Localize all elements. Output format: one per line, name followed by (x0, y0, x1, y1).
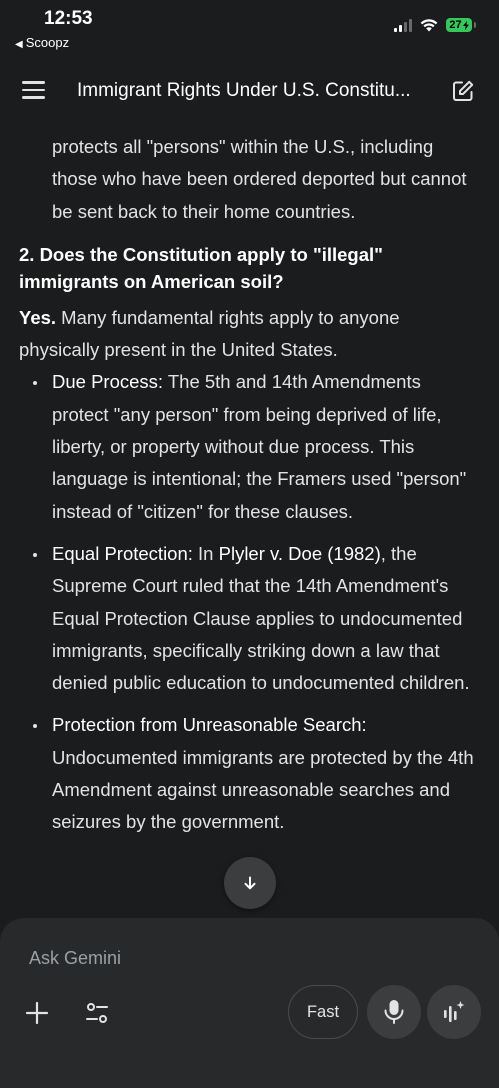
app-header: Immigrant Rights Under U.S. Constitu... (0, 62, 499, 120)
microphone-button[interactable] (367, 985, 421, 1039)
rights-list: Due Process: The 5th and 14th Amendments… (19, 366, 481, 838)
list-item-due-process: Due Process: The 5th and 14th Amendments… (19, 366, 481, 527)
sparkle-waveform-icon (444, 1001, 465, 1022)
cellular-signal-icon (394, 18, 412, 32)
menu-button[interactable] (22, 80, 46, 100)
microphone-icon (384, 1000, 404, 1024)
scroll-down-button[interactable] (224, 857, 276, 909)
bullet-text: The 5th and 14th Amendments protect "any… (52, 371, 467, 522)
battery-icon: 27 (446, 18, 476, 32)
section-heading: 2. Does the Constitution apply to "illeg… (19, 243, 383, 292)
continued-paragraph: protects all "persons" within the U.S., … (52, 136, 467, 222)
answer-text: Many fundamental rights apply to anyone … (19, 306, 400, 361)
back-app-label: Scoopz (25, 35, 70, 50)
back-to-app-link[interactable]: ◀ Scoopz (15, 35, 69, 50)
bullet-term: Protection from Unreasonable Search: (52, 714, 367, 736)
model-mode-button[interactable]: Fast (288, 985, 358, 1039)
ask-gemini-input[interactable]: Ask Gemini (29, 948, 121, 969)
new-chat-button[interactable] (451, 79, 475, 103)
bullet-text: , the Supreme Court ruled that the 14th … (52, 542, 470, 694)
back-triangle-icon: ◀ (15, 39, 23, 50)
plus-icon (25, 1001, 49, 1025)
response-content: protects all "persons" within the U.S., … (19, 131, 481, 839)
status-indicators: 27 (394, 18, 476, 32)
bullet-text: Undocumented immigrants are protected by… (52, 746, 474, 833)
answer-emphasis: Yes. (19, 306, 57, 328)
list-item-equal-protection: Equal Protection: In Plyler v. Doe (1982… (19, 538, 481, 699)
bullet-text: In (192, 542, 219, 564)
status-time: 12:53 (44, 8, 93, 29)
tune-icon (86, 1003, 108, 1023)
case-name: Plyler v. Doe (1982) (218, 542, 381, 564)
live-mode-button[interactable] (427, 985, 481, 1039)
answer-paragraph: Yes. Many fundamental rights apply to an… (19, 302, 481, 367)
add-attachment-button[interactable] (24, 1000, 50, 1026)
conversation-title[interactable]: Immigrant Rights Under U.S. Constitu... (77, 80, 427, 102)
tools-button[interactable] (84, 1000, 110, 1026)
composer: Ask Gemini Fast (0, 918, 499, 1088)
status-bar: 12:53 ◀ Scoopz 27 (0, 0, 499, 56)
wifi-icon (420, 19, 438, 32)
edit-icon (453, 80, 474, 101)
list-item-search-protection: Protection from Unreasonable Search: Und… (19, 709, 481, 838)
arrow-down-icon (244, 876, 256, 890)
battery-level: 27 (449, 19, 462, 31)
bullet-term: Equal Protection: (52, 542, 193, 564)
bullet-term: Due Process: (52, 371, 164, 393)
